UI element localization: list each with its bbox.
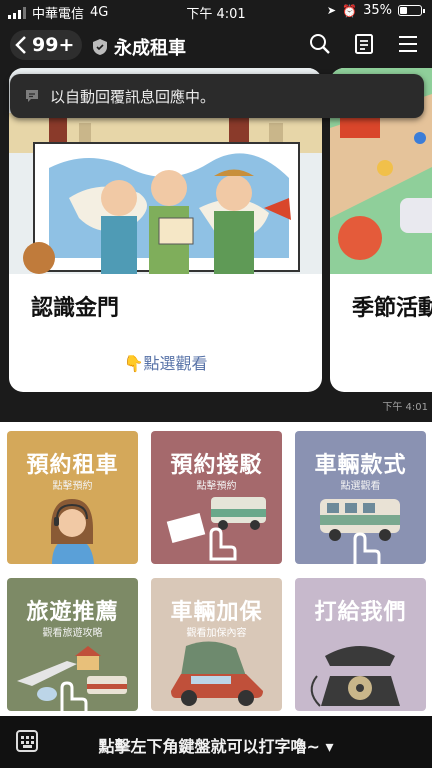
auto-reply-text: 以自動回覆訊息回應中。	[50, 87, 216, 106]
tile-call-us[interactable]: 打給我們	[295, 578, 426, 711]
hamburger-icon	[399, 36, 417, 52]
search-icon	[310, 34, 330, 54]
tile-title: 預約租車	[26, 453, 119, 478]
shuttle-bus-tap-icon	[166, 497, 266, 561]
tile-vehicle-insurance[interactable]: 車輛加保 觀看加保內容	[151, 578, 282, 711]
rich-menu-toggle-label[interactable]: 點擊左下角鍵盤就可以打字嚕~ ▾	[0, 733, 432, 757]
notes-button[interactable]	[352, 32, 376, 56]
battery-percent: 35%	[363, 3, 392, 18]
alarm-icon: ⏰	[342, 3, 358, 18]
message-timestamp: 下午 4:01	[382, 402, 428, 413]
chat-bubble-icon	[26, 90, 38, 102]
chat-title-group[interactable]: 永成租車	[92, 34, 186, 60]
search-button[interactable]	[308, 32, 332, 56]
bottom-toggle-bar[interactable]: 點擊左下角鍵盤就可以打字嚕~ ▾	[0, 716, 432, 768]
card-view-link[interactable]: 👇點選觀看	[9, 350, 322, 374]
tile-book-rental[interactable]: 預約租車 點擊預約	[7, 431, 138, 564]
card-title: 季節活動	[352, 296, 432, 321]
classic-car-icon	[171, 641, 263, 706]
menu-button[interactable]	[396, 32, 420, 56]
status-bar: 中華電信 4G 下午 4:01 ➤ ⏰ 35%	[0, 0, 432, 22]
battery-icon	[398, 5, 425, 16]
tile-title: 車輛款式	[314, 453, 407, 478]
tile-title: 車輛加保	[170, 600, 263, 625]
card-title: 認識金門	[31, 296, 120, 321]
airplane-travel-icon	[17, 646, 127, 711]
back-button[interactable]: 99+	[10, 30, 83, 60]
unread-count: 99+	[32, 34, 75, 56]
verified-shield-icon	[93, 39, 107, 55]
battery-fill	[400, 7, 407, 14]
rotary-phone-icon	[310, 646, 400, 707]
tile-title: 旅遊推薦	[26, 600, 119, 625]
chat-title: 永成租車	[114, 38, 186, 59]
notes-icon	[355, 34, 373, 54]
location-icon: ➤	[326, 4, 337, 17]
customer-service-icon	[51, 499, 94, 564]
tile-book-shuttle[interactable]: 預約接駁 點擊預約	[151, 431, 282, 564]
tile-travel-recommend[interactable]: 旅遊推薦 觀看旅遊攻略	[7, 578, 138, 711]
auto-reply-notice: 以自動回覆訊息回應中。	[10, 74, 424, 118]
chat-header: 99+ 永成租車	[0, 24, 432, 66]
tile-title: 打給我們	[314, 600, 407, 625]
rich-menu: 預約租車 點擊預約 預約接駁 點擊預約 車輛款式 點選觀看 旅遊推薦 觀看旅遊攻…	[0, 422, 432, 716]
van-tap-icon	[320, 499, 400, 564]
chevron-left-icon	[15, 36, 26, 54]
tile-vehicle-models[interactable]: 車輛款式 點選觀看	[295, 431, 426, 564]
tile-title: 預約接駁	[170, 453, 263, 478]
